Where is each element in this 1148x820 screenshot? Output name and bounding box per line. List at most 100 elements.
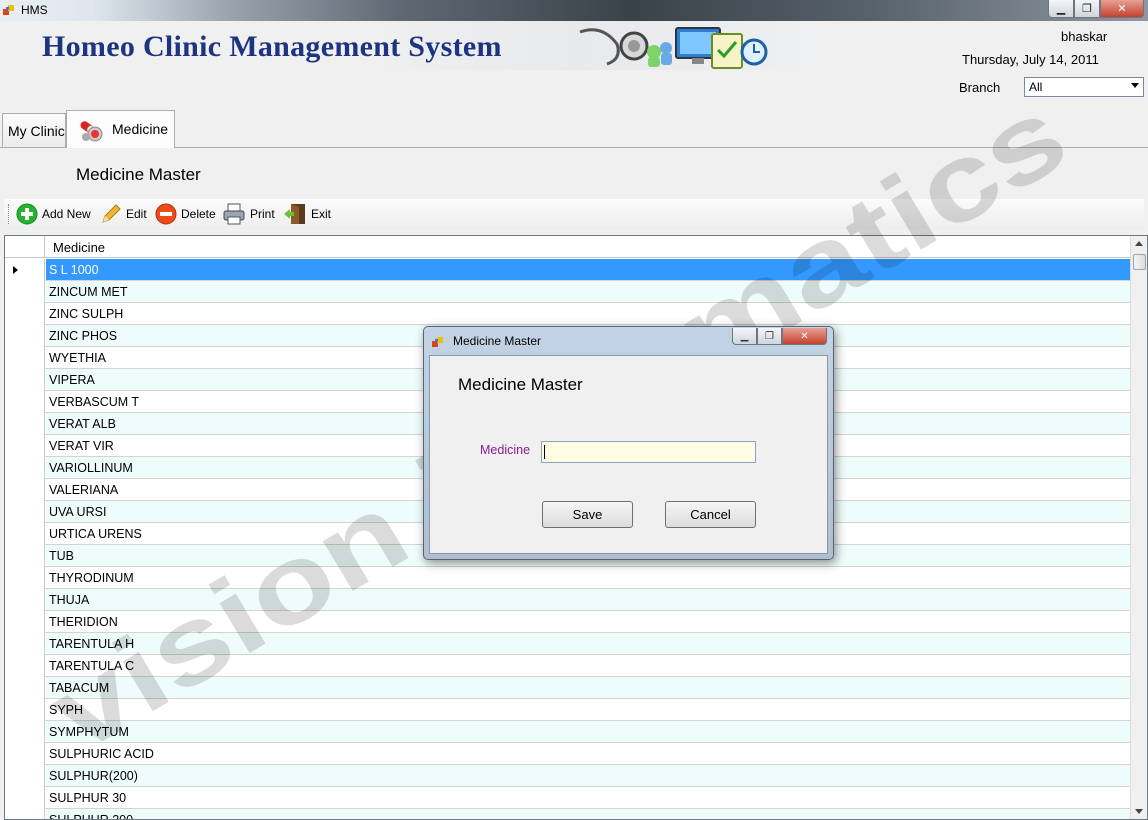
row-header[interactable] [5,611,45,633]
table-row[interactable]: S L 1000 [5,259,1131,281]
row-header[interactable] [5,787,45,809]
row-header[interactable] [5,633,45,655]
row-header[interactable] [5,655,45,677]
medicine-master-dialog: Medicine Master ▁ ❐ ✕ Medicine Master Me… [423,326,834,560]
row-header[interactable] [5,259,45,281]
column-header-medicine[interactable]: Medicine [53,240,105,255]
medicine-cell[interactable]: THYRODINUM [46,567,1130,588]
toolbar-grip[interactable] [8,204,11,224]
row-header[interactable] [5,435,45,457]
pills-icon [80,121,103,142]
medicine-cell[interactable]: SYPH [46,699,1130,720]
add-new-button[interactable]: Add New [16,203,91,225]
table-row[interactable]: SULPHUR(200) [5,765,1131,787]
medicine-cell[interactable]: TARENTULA C [46,655,1130,676]
maximize-button[interactable]: ❐ [1074,0,1100,18]
table-row[interactable]: THUJA [5,589,1131,611]
row-header[interactable] [5,347,45,369]
row-header[interactable] [5,325,45,347]
table-row[interactable]: THYRODINUM [5,567,1131,589]
plus-icon [16,203,38,225]
table-row[interactable]: SULPHURIC ACID [5,743,1131,765]
section-title: Medicine Master [76,165,201,184]
medicine-cell[interactable]: SYMPHYTUM [46,721,1130,742]
row-header[interactable] [5,699,45,721]
medicine-cell[interactable]: TARENTULA H [46,633,1130,654]
medicine-cell[interactable]: SULPHURIC ACID [46,743,1130,764]
pencil-icon [102,204,121,223]
row-header[interactable] [5,281,45,303]
row-header[interactable] [5,809,45,819]
dialog-maximize-button[interactable]: ❐ [757,328,782,345]
table-row[interactable]: SYMPHYTUM [5,721,1131,743]
table-row[interactable]: ZINCUM MET [5,281,1131,303]
row-header[interactable] [5,479,45,501]
row-header[interactable] [5,369,45,391]
minus-icon [155,203,177,225]
tab-my-clinic-label: My Clinic [8,123,65,139]
row-header[interactable] [5,589,45,611]
current-date: Thursday, July 14, 2011 [962,52,1099,67]
medicine-cell[interactable]: TABACUM [46,677,1130,698]
edit-label: Edit [126,207,147,221]
row-header[interactable] [5,545,45,567]
scroll-down-icon[interactable] [1135,809,1143,814]
tab-medicine-label: Medicine [112,121,169,137]
medicine-cell[interactable]: SULPHUR 30 [46,787,1130,808]
medical-equipment-icon [579,27,768,69]
window-title: HMS [21,3,48,17]
printer-icon [223,203,245,225]
scroll-thumb[interactable] [1133,254,1146,270]
row-header[interactable] [5,677,45,699]
scroll-up-icon[interactable] [1135,241,1143,246]
cancel-button[interactable]: Cancel [665,501,756,528]
exit-button[interactable]: Exit [283,203,331,225]
delete-button[interactable]: Delete [155,203,216,225]
dialog-body: Medicine Master Medicine Save Cancel [429,355,828,554]
row-header[interactable] [5,457,45,479]
dialog-minimize-button[interactable]: ▁ [732,328,757,345]
print-label: Print [250,207,275,221]
medicine-cell[interactable]: THUJA [46,589,1130,610]
toolbar: Add New Edit Delete Print Exit [4,199,1144,229]
row-header[interactable] [5,765,45,787]
row-header[interactable] [5,501,45,523]
dialog-title: Medicine Master [453,334,542,348]
tab-medicine[interactable]: Medicine [66,110,175,148]
medicine-cell[interactable]: SULPHUR 200 [46,809,1130,819]
medicine-input[interactable] [541,441,756,463]
row-header[interactable] [5,523,45,545]
vertical-scrollbar[interactable] [1130,236,1147,819]
branch-select[interactable]: All [1024,77,1144,97]
medicine-cell[interactable]: THERIDION [46,611,1130,632]
table-row[interactable]: TABACUM [5,677,1131,699]
table-row[interactable]: SULPHUR 200 [5,809,1131,819]
row-header[interactable] [5,743,45,765]
medicine-cell[interactable]: ZINC SULPH [46,303,1130,324]
table-row[interactable]: THERIDION [5,611,1131,633]
save-button[interactable]: Save [542,501,633,528]
row-header[interactable] [5,567,45,589]
medicine-cell[interactable]: S L 1000 [46,259,1130,280]
row-header[interactable] [5,413,45,435]
minimize-button[interactable]: ▁ [1048,0,1074,18]
table-row[interactable]: TARENTULA H [5,633,1131,655]
edit-button[interactable]: Edit [100,203,147,225]
dialog-heading: Medicine Master [458,375,583,394]
close-button[interactable]: ✕ [1100,0,1144,18]
dialog-close-button[interactable]: ✕ [782,328,827,345]
medicine-cell[interactable]: ZINCUM MET [46,281,1130,302]
row-header[interactable] [5,303,45,325]
row-header[interactable] [5,721,45,743]
row-header[interactable] [5,391,45,413]
table-row[interactable]: ZINC SULPH [5,303,1131,325]
grid-corner-header[interactable] [5,236,45,258]
dialog-window-controls: ▁ ❐ ✕ [732,328,827,345]
medicine-cell[interactable]: SULPHUR(200) [46,765,1130,786]
current-user: bhaskar [1061,29,1108,44]
table-row[interactable]: SYPH [5,699,1131,721]
table-row[interactable]: TARENTULA C [5,655,1131,677]
tab-my-clinic[interactable]: My Clinic [2,113,66,147]
print-button[interactable]: Print [222,203,275,225]
table-row[interactable]: SULPHUR 30 [5,787,1131,809]
